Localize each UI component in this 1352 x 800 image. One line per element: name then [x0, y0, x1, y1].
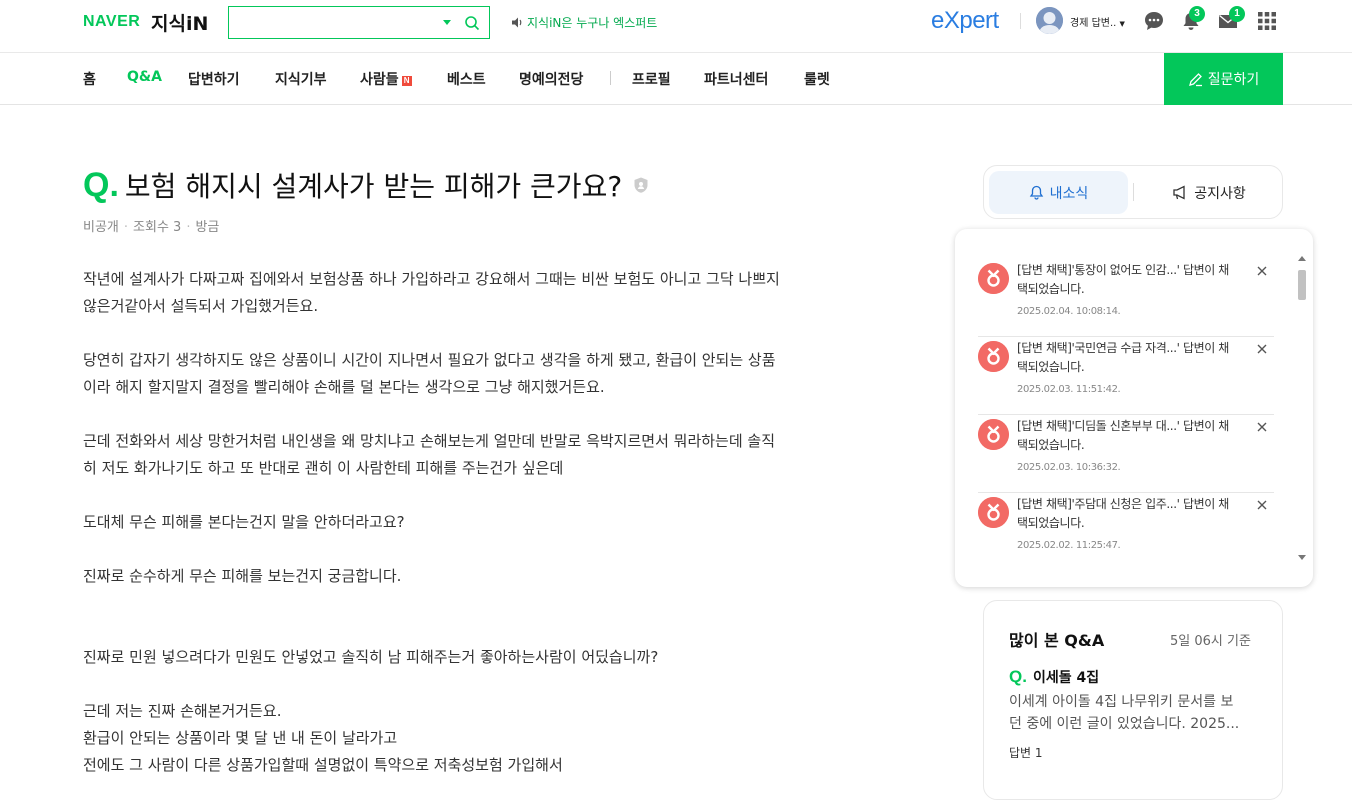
- naver-logo[interactable]: NAVER: [83, 13, 140, 31]
- popular-question-link[interactable]: Q. 이세돌 4집: [1009, 667, 1099, 687]
- notification-badge: 3: [1189, 6, 1205, 22]
- notification-time: 2025.02.02. 11:25:47.: [1017, 540, 1121, 551]
- notification-scrollbar[interactable]: [1296, 253, 1308, 563]
- question-body: 작년에 설계사가 다짜고짜 집에와서 보험상품 하나 가입하라고 강요해서 그때…: [83, 266, 923, 779]
- adopted-answer-icon: [978, 497, 1009, 528]
- scroll-up-arrow-icon[interactable]: [1298, 256, 1306, 261]
- private-lock-icon: [634, 177, 648, 193]
- close-icon[interactable]: [1256, 421, 1268, 433]
- ask-question-button[interactable]: 질문하기: [1164, 53, 1283, 105]
- chevron-down-icon: ▼: [1119, 20, 1125, 28]
- notification-text: [답변 채택]'디딤돌 신혼부부 대...' 답변이 채택되었습니다.: [1017, 419, 1229, 452]
- body-line: 전에도 그 사람이 다른 상품가입할때 설명없이 특약으로 저축성보험 가입해서: [83, 756, 563, 774]
- notification-time: 2025.02.04. 10:08:14.: [1017, 306, 1121, 317]
- search-icon[interactable]: [464, 15, 480, 31]
- speaker-icon: [512, 17, 522, 28]
- nav-answer[interactable]: 답변하기: [188, 69, 240, 89]
- question-title: 보험 해지시 설계사가 받는 피해가 큰가요?: [124, 170, 623, 203]
- notification-text: [답변 채택]'국민연금 수급 자격...' 답변이 채택되었습니다.: [1017, 341, 1229, 374]
- scroll-down-arrow-icon[interactable]: [1298, 555, 1306, 560]
- q-mark: Q.: [83, 165, 119, 204]
- q-mark: Q.: [1009, 667, 1027, 686]
- nav-best[interactable]: 베스트: [447, 69, 486, 89]
- nav-knowledge-donation[interactable]: 지식기부: [275, 69, 327, 89]
- nav-people[interactable]: 사람들 N: [360, 69, 412, 89]
- adopted-answer-icon: [978, 263, 1009, 294]
- scroll-thumb[interactable]: [1298, 270, 1306, 300]
- visibility-label: 비공개: [83, 220, 119, 235]
- notification-item[interactable]: [답변 채택]'통장이 없어도 인감...' 답변이 채택되었습니다. 2025…: [978, 259, 1274, 337]
- tab-notice[interactable]: 공지사항: [1139, 171, 1279, 214]
- popular-question-desc[interactable]: 이세계 아이돌 4집 나무위키 문서를 보 던 중에 이런 글이 있었습니다. …: [1009, 691, 1261, 735]
- new-badge: N: [401, 76, 412, 86]
- popular-question-title: 이세돌 4집: [1032, 670, 1100, 686]
- news-tabs: 내소식 공지사항: [983, 165, 1283, 219]
- nav-hall-of-fame[interactable]: 명예의전당: [519, 69, 583, 89]
- body-line: 근데 전화와서 세상 망한거처럼 내인생을 왜 망치냐고 손해보는게 얼만데 반…: [83, 432, 776, 450]
- megaphone-icon: [1173, 185, 1185, 200]
- body-line: 이라 해지 할지말지 결정을 빨리해야 손해를 덜 본다는 생각으로 그냥 해지…: [83, 378, 605, 396]
- body-line: 당연히 갑자기 생각하지도 않은 상품이니 시간이 지나면서 필요가 없다고 생…: [83, 351, 776, 369]
- adopted-answer-icon: [978, 341, 1009, 372]
- notification-item[interactable]: [답변 채택]'국민연금 수급 자격...' 답변이 채택되었습니다. 2025…: [978, 337, 1274, 415]
- search-box: [228, 6, 490, 39]
- body-line: 않은거같아서 설득되서 가입했거든요.: [83, 297, 319, 315]
- divider: [1020, 13, 1021, 29]
- talk-icon[interactable]: [1143, 10, 1165, 32]
- close-icon[interactable]: [1256, 499, 1268, 511]
- posted-time: 방금: [195, 220, 220, 235]
- bell-outline-icon: [1029, 185, 1043, 200]
- notification-time: 2025.02.03. 10:36:32.: [1017, 462, 1121, 473]
- user-avatar-icon: [1036, 7, 1063, 34]
- promo-text: 지식iN은 누구나 엑스퍼트: [527, 16, 658, 30]
- user-name[interactable]: 경제 답변.. ▼: [1070, 14, 1125, 29]
- pencil-icon: [1188, 72, 1202, 86]
- body-line: 환급이 안되는 상품이라 몇 달 낸 내 돈이 날라가고: [83, 729, 398, 747]
- nav-divider: [610, 71, 611, 85]
- promo-link[interactable]: 지식iN은 누구나 엑스퍼트: [511, 14, 657, 31]
- body-line: 도대체 무슨 피해를 본다는건지 말을 안하더라고요?: [83, 513, 405, 531]
- mail-badge: 1: [1229, 6, 1245, 22]
- tab-divider: [1133, 183, 1134, 201]
- notification-item[interactable]: [답변 채택]'디딤돌 신혼부부 대...' 답변이 채택되었습니다. 2025…: [978, 415, 1274, 493]
- nav-home[interactable]: 홈: [83, 69, 96, 89]
- search-dropdown-icon[interactable]: [443, 20, 451, 25]
- nav-partner-center[interactable]: 파트너센터: [704, 69, 768, 89]
- popular-answer-count: 답변 1: [1009, 746, 1043, 760]
- notification-panel: [답변 채택]'통장이 없어도 인감...' 답변이 채택되었습니다. 2025…: [955, 229, 1313, 587]
- nav-roulette[interactable]: 룰렛: [804, 69, 830, 89]
- body-line: 작년에 설계사가 다짜고짜 집에와서 보험상품 하나 가입하라고 강요해서 그때…: [83, 270, 780, 288]
- notification-text: [답변 채택]'주담대 신청은 입주...' 답변이 채택되었습니다.: [1017, 497, 1229, 530]
- popular-qna-card: 많이 본 Q&A 5일 06시 기준 Q. 이세돌 4집 이세계 아이돌 4집 …: [983, 600, 1283, 800]
- popular-timestamp: 5일 06시 기준: [1170, 634, 1251, 649]
- question-title-row: Q. 보험 해지시 설계사가 받는 피해가 큰가요?: [83, 165, 650, 205]
- body-line: 진짜로 순수하게 무슨 피해를 보는건지 궁금합니다.: [83, 567, 402, 585]
- main-nav: 홈 Q&A 답변하기 지식기부 사람들 N 베스트 명예의전당 프로필 파트너센터…: [0, 53, 1352, 105]
- notification-time: 2025.02.03. 11:51:42.: [1017, 384, 1121, 395]
- body-line: 진짜로 민원 넣으려다가 민원도 안넣었고 솔직히 남 피해주는거 좋아하는사람…: [83, 648, 659, 666]
- notification-text: [답변 채택]'통장이 없어도 인감...' 답변이 채택되었습니다.: [1017, 263, 1229, 296]
- tab-my-news[interactable]: 내소식: [989, 171, 1128, 214]
- kin-logo[interactable]: 지식iN: [151, 9, 208, 36]
- notification-item[interactable]: [답변 채택]'주담대 신청은 입주...' 답변이 채택되었습니다. 2025…: [978, 493, 1274, 571]
- close-icon[interactable]: [1256, 265, 1268, 277]
- search-input[interactable]: [235, 11, 435, 35]
- popular-title: 많이 본 Q&A: [1009, 631, 1105, 650]
- avatar[interactable]: [1036, 7, 1063, 34]
- body-line: 히 저도 화가나기도 하고 또 반대로 괜히 이 사람한테 피해를 주는건가 싶…: [83, 459, 564, 477]
- nav-profile[interactable]: 프로필: [632, 69, 671, 89]
- top-bar: NAVER 지식iN 지식iN은 누구나 엑스퍼트 eXpert 경제 답변..…: [0, 0, 1352, 53]
- close-icon[interactable]: [1256, 343, 1268, 355]
- view-count: 조회수 3: [133, 220, 182, 235]
- nav-qna[interactable]: Q&A: [127, 69, 162, 85]
- expert-logo[interactable]: eXpert: [931, 7, 999, 35]
- body-line: 근데 저는 진짜 손해본거거든요.: [83, 702, 282, 720]
- apps-grid-icon[interactable]: [1256, 10, 1278, 32]
- question-meta: 비공개 · 조회수 3 · 방금: [83, 220, 220, 235]
- adopted-answer-icon: [978, 419, 1009, 450]
